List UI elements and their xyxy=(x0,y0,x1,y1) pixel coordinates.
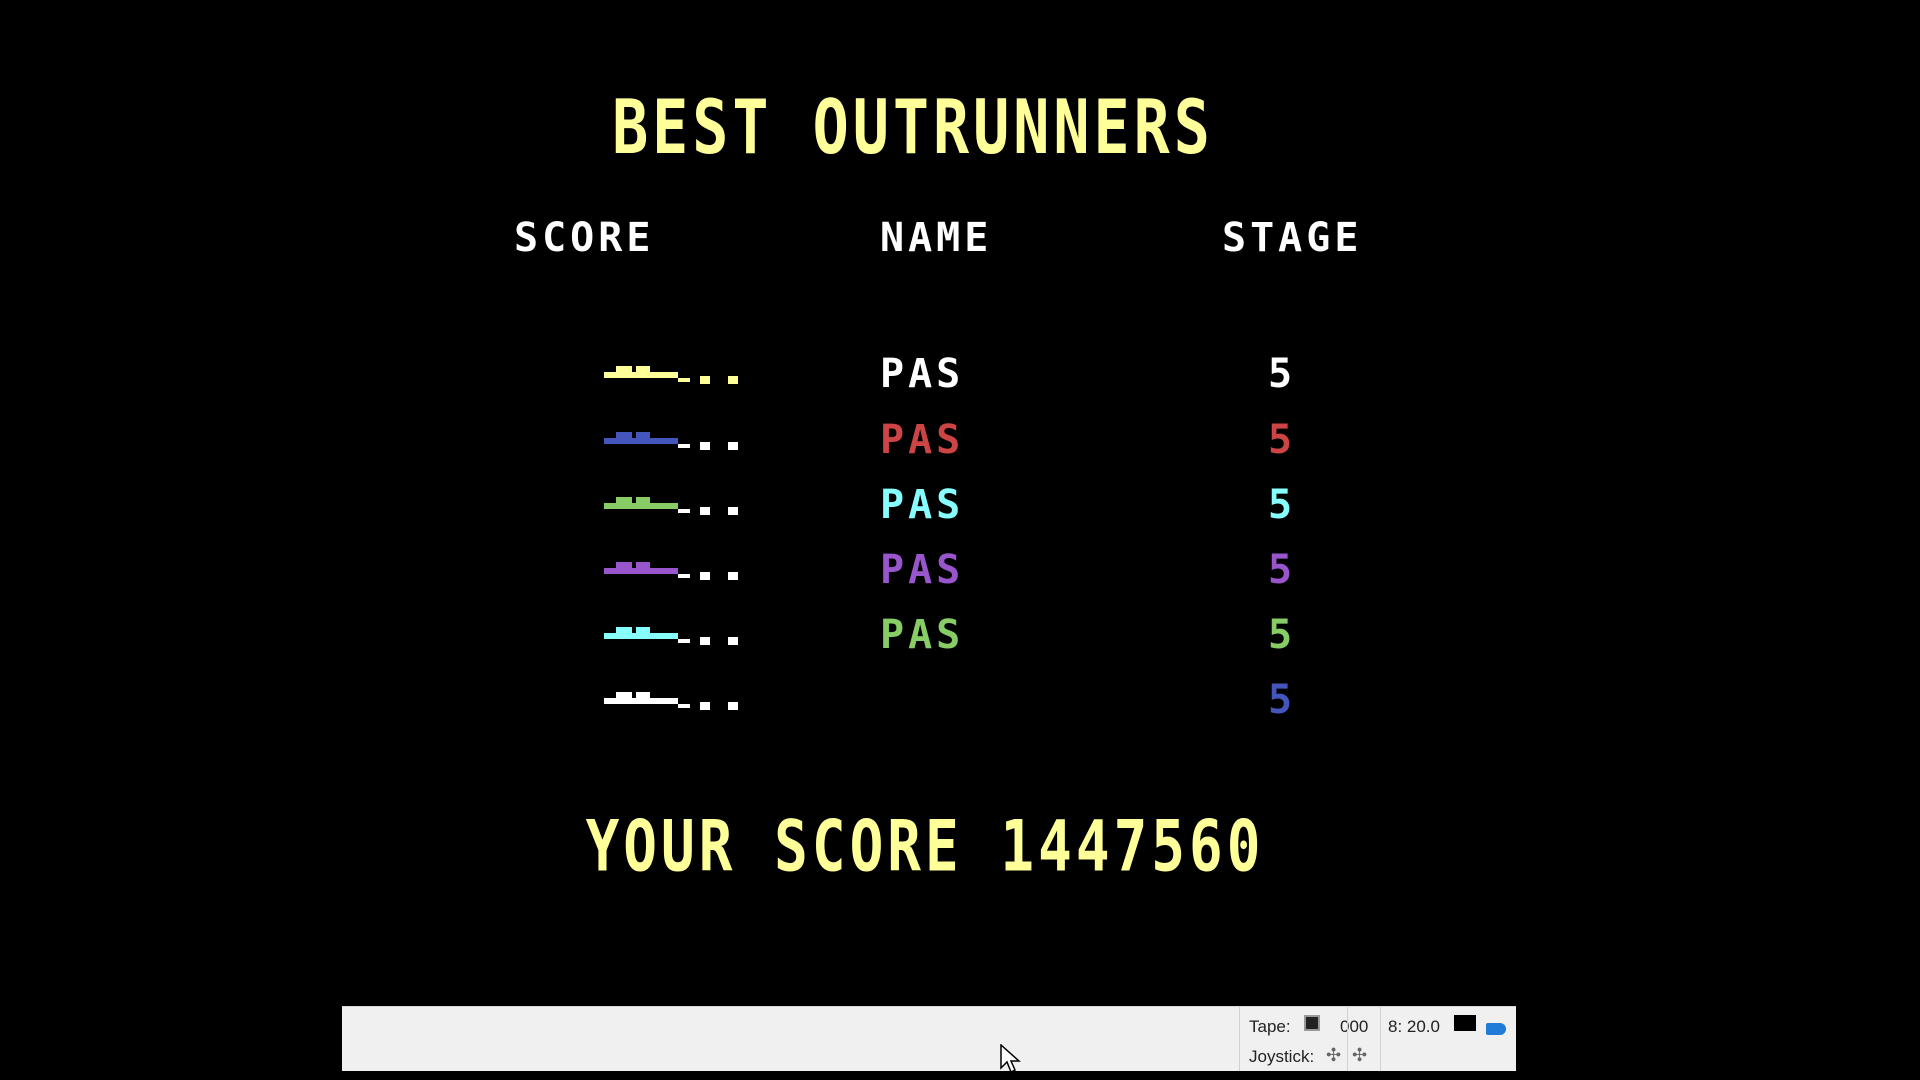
score-bar-graphic xyxy=(604,627,738,645)
score-bar-graphic xyxy=(604,562,738,580)
divider xyxy=(1347,1007,1348,1071)
name-column-header: NAME xyxy=(880,215,993,261)
score-bar-graphic xyxy=(604,497,738,515)
list-item-name: PAS xyxy=(880,547,965,593)
score-bar-graphic xyxy=(604,366,738,384)
drive-led-icon xyxy=(1486,1023,1506,1035)
list-item-name: PAS xyxy=(880,612,965,658)
your-score: YOUR SCORE 1447560 xyxy=(585,806,1265,888)
list-item-stage: 5 xyxy=(1268,612,1297,658)
score-column-header: SCORE xyxy=(514,215,655,261)
list-item-name: PAS xyxy=(880,417,965,463)
list-item-stage: 5 xyxy=(1268,547,1297,593)
score-bar-graphic xyxy=(604,692,738,710)
list-item-stage: 5 xyxy=(1268,677,1297,723)
game-screen: BEST OUTRUNNERS SCORE NAME STAGE PAS 5 P… xyxy=(0,0,1920,1080)
joystick-port1-icon[interactable]: ✣ xyxy=(1326,1045,1341,1066)
list-item-name: PAS xyxy=(880,351,965,397)
joystick-label: Joystick: xyxy=(1249,1047,1315,1066)
divider xyxy=(1380,1007,1381,1071)
tape-counter: 000 xyxy=(1340,1017,1369,1036)
emulator-statusbar: Tape: 000 8: 20.0 Joystick: ✣ ✣ xyxy=(342,1006,1516,1071)
list-item-stage: 5 xyxy=(1268,417,1297,463)
list-item-name: PAS xyxy=(880,482,965,528)
status-panel: Tape: 000 8: 20.0 Joystick: ✣ ✣ xyxy=(1239,1007,1516,1071)
list-item-stage: 5 xyxy=(1268,482,1297,528)
tape-stop-icon[interactable] xyxy=(1304,1015,1320,1031)
list-item-stage: 5 xyxy=(1268,351,1297,397)
speed-indicator: 8: 20.0 xyxy=(1388,1017,1440,1036)
tape-label: Tape: xyxy=(1249,1017,1291,1036)
stage-column-header: STAGE xyxy=(1222,215,1363,261)
joystick-port2-icon[interactable]: ✣ xyxy=(1352,1045,1367,1066)
page-title: BEST OUTRUNNERS xyxy=(612,84,1214,172)
color-indicator xyxy=(1454,1015,1476,1031)
mouse-cursor-icon xyxy=(1000,1044,1021,1074)
score-bar-graphic xyxy=(604,432,738,450)
